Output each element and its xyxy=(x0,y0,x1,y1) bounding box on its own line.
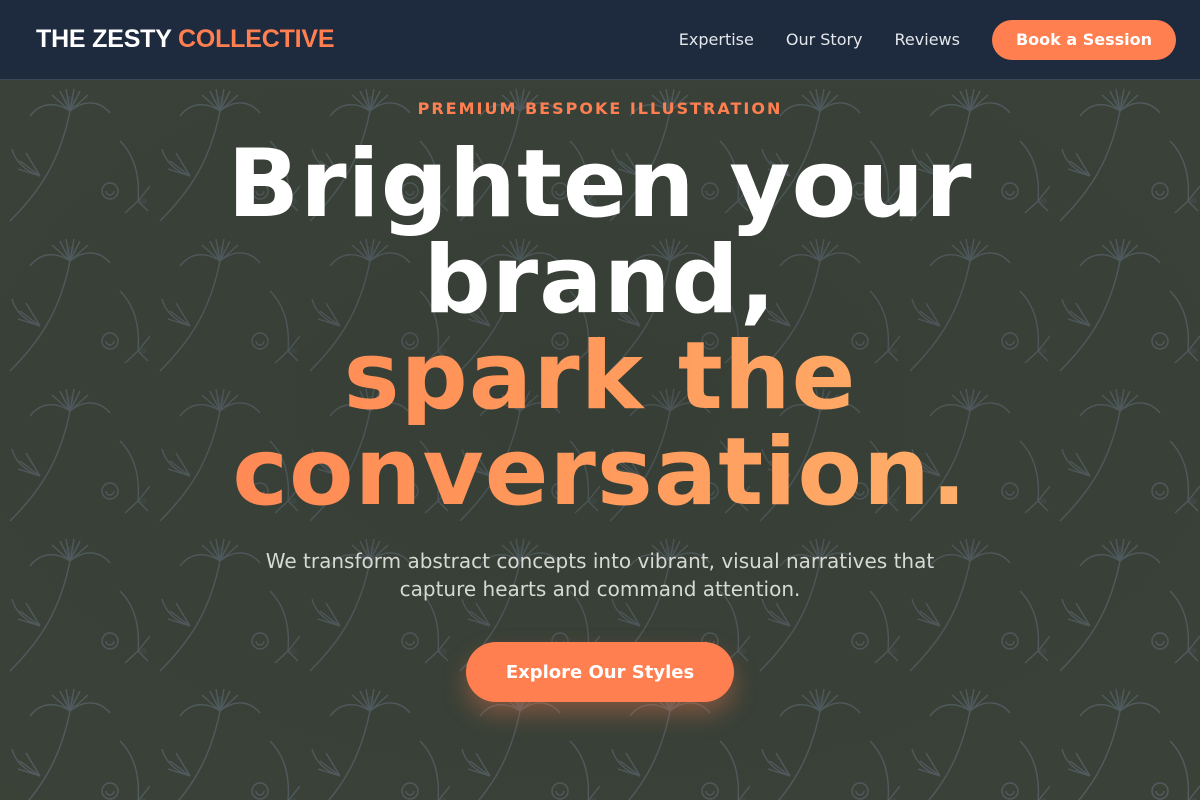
nav-link-expertise[interactable]: Expertise xyxy=(679,30,754,49)
hero-section: PREMIUM BESPOKE ILLUSTRATION Brighten yo… xyxy=(0,81,1200,800)
hero-headline: Brighten your brand, spark the conversat… xyxy=(0,137,1200,521)
nav-links: Expertise Our Story Reviews Book a Sessi… xyxy=(679,19,1176,60)
subtitle-line-1: We transform abstract concepts into vibr… xyxy=(265,549,935,573)
brand-name-part1: THE ZESTY xyxy=(36,25,172,53)
subtitle-line-2: capture hearts and command attention. xyxy=(399,577,801,601)
hero-subtitle: We transform abstract concepts into vibr… xyxy=(250,547,950,603)
brand-name-part2: COLLECTIVE xyxy=(178,25,335,53)
hero-eyebrow: PREMIUM BESPOKE ILLUSTRATION xyxy=(417,99,783,118)
headline-line-1: Brighten your xyxy=(227,130,973,239)
brand-logo[interactable]: THE ZESTY COLLECTIVE xyxy=(36,25,335,54)
headline-line-3: spark the xyxy=(0,329,1200,425)
headline-line-2: brand, xyxy=(423,226,777,335)
headline-line-4: conversation. xyxy=(0,425,1200,521)
nav-link-reviews[interactable]: Reviews xyxy=(895,30,960,49)
hero-content: PREMIUM BESPOKE ILLUSTRATION Brighten yo… xyxy=(0,81,1200,800)
top-nav: THE ZESTY COLLECTIVE Expertise Our Story… xyxy=(0,0,1200,80)
explore-styles-button[interactable]: Explore Our Styles xyxy=(466,642,734,702)
book-session-button[interactable]: Book a Session xyxy=(991,19,1176,60)
nav-link-our-story[interactable]: Our Story xyxy=(786,30,863,49)
